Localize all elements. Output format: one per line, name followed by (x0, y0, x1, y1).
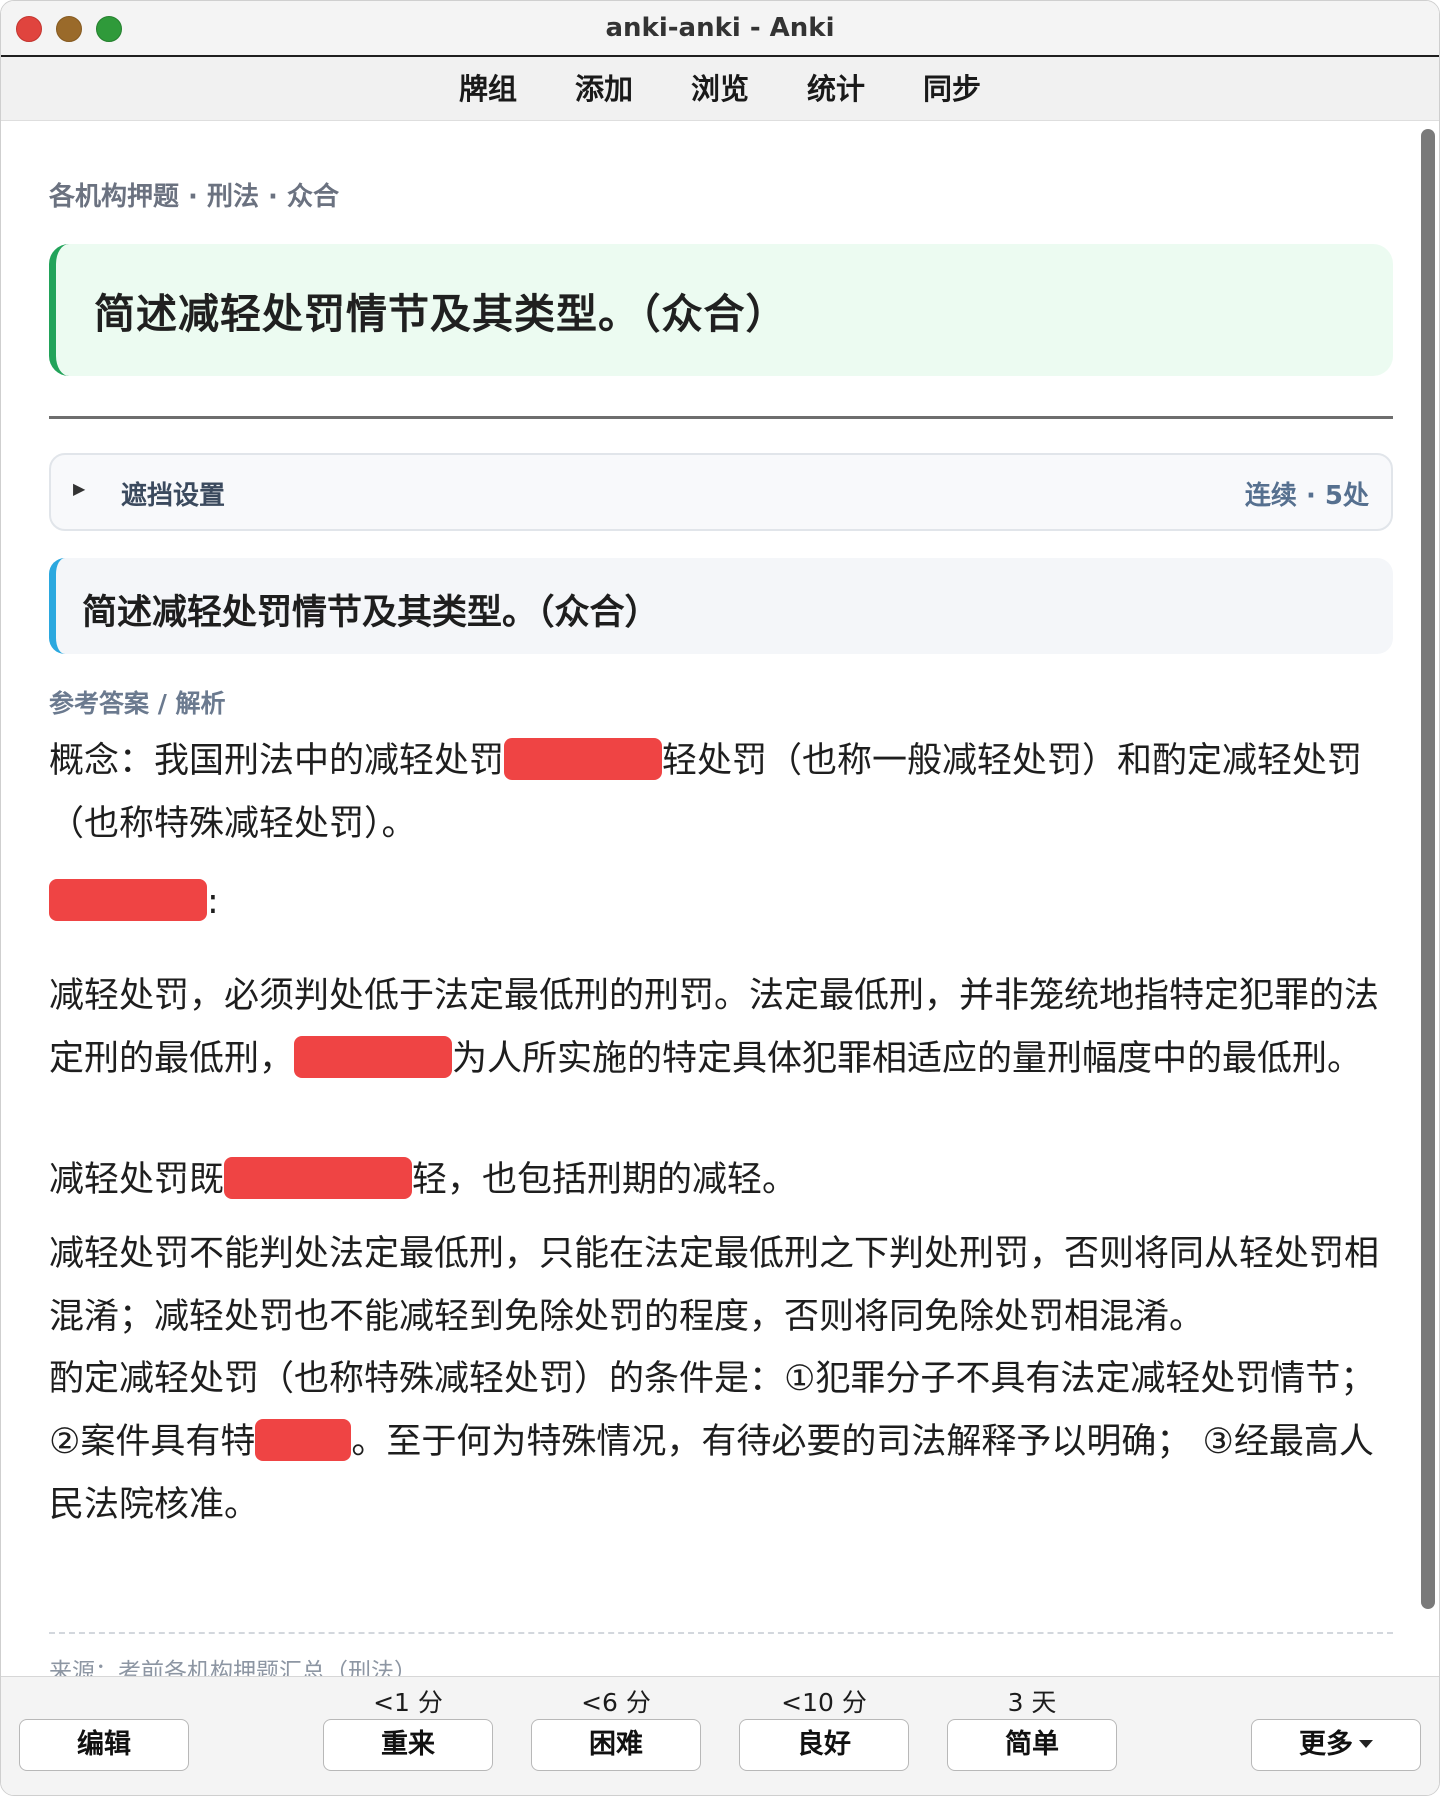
breadcrumb: 各机构押题 · 刑法 · 众合 (49, 182, 339, 212)
source-divider (49, 1632, 1393, 1634)
answer-text: 为人所实施的特定具体犯罪相适应的量刑幅度中的最低刑。 (452, 1039, 1363, 1079)
toolbar-sync[interactable]: 同步 (894, 57, 1010, 121)
more-label: 更多 (1299, 1729, 1353, 1760)
vertical-scrollbar[interactable] (1421, 129, 1435, 1609)
mask-settings-label: 遮挡设置 (121, 481, 226, 511)
question-text: 简述减轻处罚情节及其类型。（众合） (82, 593, 660, 633)
cloze-mask-5[interactable] (255, 1419, 352, 1461)
answer-paragraph-6: 酌定减轻处罚（也称特殊减轻处罚）的条件是：①犯罪分子不具有法定减轻处罚情节；②案… (49, 1348, 1393, 1537)
answer-text: : (207, 882, 219, 922)
edit-button[interactable]: 编辑 (19, 1719, 189, 1771)
good-button[interactable]: 良好 (739, 1719, 909, 1771)
good-interval: <10 分 (781, 1688, 867, 1717)
cloze-mask-3[interactable] (294, 1036, 453, 1078)
answer-text: 轻，也包括刑期的减轻。 (412, 1160, 798, 1200)
window-title: anki-anki - Anki (605, 13, 835, 43)
title-bar: anki-anki - Anki (1, 1, 1439, 57)
answer-text: 减轻处罚既 (49, 1160, 225, 1200)
toolbar-add[interactable]: 添加 (546, 57, 662, 121)
hard-interval: <6 分 (581, 1688, 651, 1717)
anki-window: anki-anki - Anki 牌组 添加 浏览 统计 同步 各机构押题 · 刑法 ·… (0, 0, 1440, 1796)
answer-bar: 编辑 <1 分 重来 <6 分 困难 <10 分 良好 3 天 简单 更多 (1, 1676, 1439, 1795)
mask-settings-panel[interactable]: ▶ 遮挡设置 连续 · 5处 (49, 453, 1393, 531)
toolbar-browse[interactable]: 浏览 (662, 57, 778, 121)
easy-button[interactable]: 简单 (947, 1719, 1117, 1771)
cloze-mask-1[interactable] (504, 738, 663, 780)
question-header-card: 简述减轻处罚情节及其类型。（众合） (49, 244, 1393, 376)
answer-paragraph-4: 减轻处罚既 轻，也包括刑期的减轻。 (49, 1149, 1393, 1212)
question-box: 简述减轻处罚情节及其类型。（众合） (49, 558, 1393, 654)
card-content[interactable]: 各机构押题 · 刑法 · 众合 简述减轻处罚情节及其类型。（众合） ▶ 遮挡设置… (1, 122, 1439, 1676)
mask-status: 连续 · 5处 (1244, 481, 1369, 511)
answer-paragraph-2: : (49, 871, 1393, 934)
question-header-text: 简述减轻处罚情节及其类型。（众合） (94, 290, 788, 338)
answer-paragraph-1: 概念：我国刑法中的减轻处罚 轻处罚（也称一般减轻处罚）和酌定减轻处罚（也称特殊减轻… (49, 730, 1393, 856)
answer-paragraph-5: 减轻处罚不能判处法定最低刑，只能在法定最低刑之下判处刑罚，否则将同从轻处罚相混淆… (49, 1234, 1380, 1337)
disclosure-triangle-icon[interactable]: ▶ (73, 479, 85, 498)
source-note: 来源：考前各机构押题汇总（刑法） (49, 1659, 417, 1676)
again-button[interactable]: 重来 (323, 1719, 493, 1771)
easy-interval: 3 天 (1007, 1688, 1057, 1717)
dropdown-caret-icon (1359, 1740, 1373, 1748)
answer-paragraph-3: 减轻处罚，必须判处低于法定最低刑的刑罚。法定最低刑，并非笼统地指特定犯罪的法定刑… (49, 965, 1393, 1091)
hard-button[interactable]: 困难 (531, 1719, 701, 1771)
more-button[interactable]: 更多 (1251, 1719, 1421, 1771)
answer-text: 概念：我国刑法中的减轻处罚 (49, 741, 505, 781)
cloze-mask-2[interactable] (49, 879, 207, 921)
toolbar-decks[interactable]: 牌组 (430, 57, 546, 121)
divider (49, 416, 1393, 419)
answer-section-label: 参考答案 / 解析 (49, 689, 226, 718)
main-toolbar: 牌组 添加 浏览 统计 同步 (1, 57, 1439, 121)
toolbar-stats[interactable]: 统计 (778, 57, 894, 121)
cloze-mask-4[interactable] (224, 1157, 413, 1199)
again-interval: <1 分 (373, 1688, 443, 1717)
